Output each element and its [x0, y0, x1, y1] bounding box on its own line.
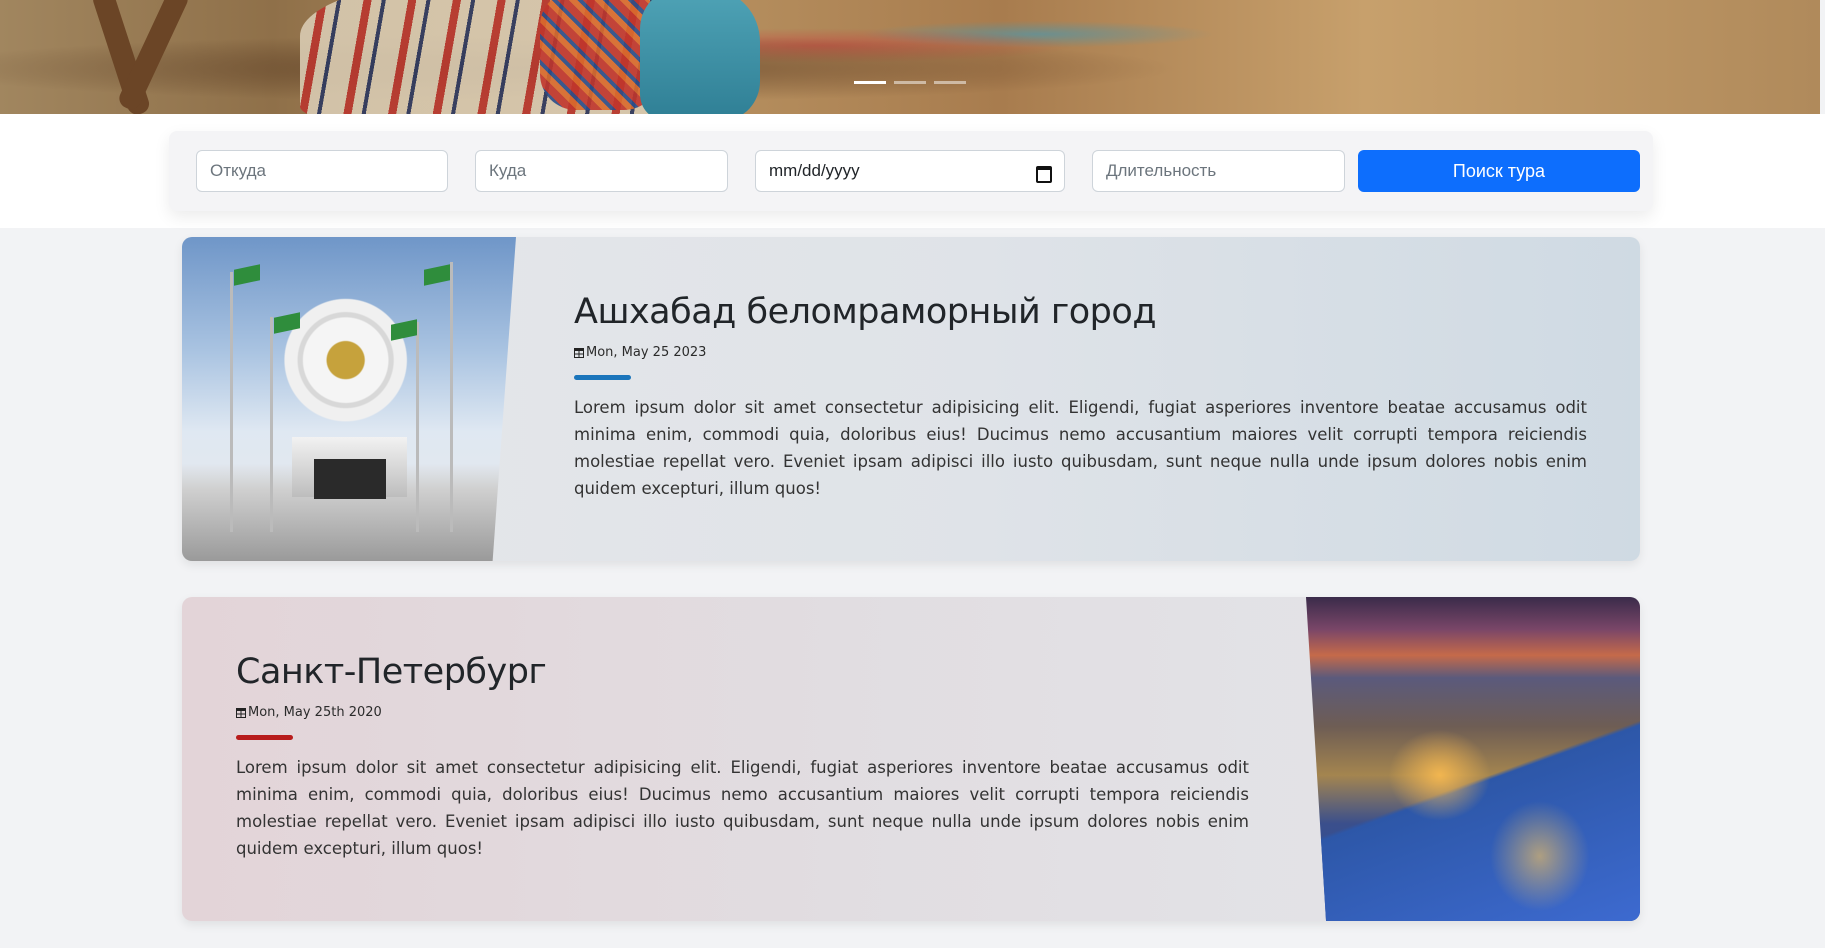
date-input-value: mm/dd/yyyy	[769, 161, 860, 180]
duration-input-placeholder: Длительность	[1106, 161, 1217, 180]
carousel-indicator-1[interactable]	[854, 81, 886, 84]
flag-pole	[416, 322, 419, 532]
flag-pole	[270, 317, 273, 532]
flag-pole	[230, 272, 233, 532]
hero-carousel	[0, 0, 1820, 114]
tour-card-ashgabat[interactable]: Ашхабад беломраморный город Mon, May 25 …	[182, 237, 1640, 561]
title-underline	[574, 375, 631, 380]
tour-card-saint-petersburg[interactable]: Санкт-Петербург Mon, May 25th 2020 Lorem…	[182, 597, 1640, 921]
hero-image-blanket	[640, 0, 760, 114]
title-underline	[236, 735, 293, 740]
card-description: Lorem ipsum dolor sit amet consectetur a…	[236, 758, 1249, 858]
duration-input[interactable]: Длительность	[1092, 150, 1345, 192]
card-date-text: Mon, May 25 2023	[586, 345, 707, 360]
flag	[391, 319, 417, 341]
card-description: Lorem ipsum dolor sit amet consectetur a…	[574, 398, 1587, 498]
card-title: Санкт-Петербург	[236, 652, 547, 692]
flag	[274, 312, 300, 334]
saint-petersburg-photo	[1306, 597, 1640, 921]
search-tour-button[interactable]: Поиск тура	[1358, 150, 1640, 192]
card-date: Mon, May 25th 2020	[236, 705, 382, 720]
from-input[interactable]: Откуда	[196, 150, 448, 192]
date-input[interactable]: mm/dd/yyyy	[755, 150, 1065, 192]
palace-entrance	[314, 459, 386, 499]
page: Откуда Куда mm/dd/yyyy Длительность Поис…	[0, 0, 1825, 948]
card-title: Ашхабад беломраморный город	[574, 292, 1157, 332]
carousel-indicator-3[interactable]	[934, 81, 966, 84]
calendar-icon[interactable]	[1035, 163, 1052, 183]
flag-pole	[450, 262, 453, 532]
card-date-text: Mon, May 25th 2020	[248, 705, 382, 720]
carousel-indicators	[854, 81, 966, 84]
carousel-indicator-2[interactable]	[894, 81, 926, 84]
calendar-icon	[574, 347, 584, 358]
from-input-placeholder: Откуда	[210, 161, 266, 180]
to-input[interactable]: Куда	[475, 150, 728, 192]
ashgabat-photo	[182, 237, 516, 561]
card-date: Mon, May 25 2023	[574, 345, 706, 360]
calendar-icon	[236, 707, 246, 718]
flag	[234, 264, 260, 286]
flag	[424, 264, 450, 286]
to-input-placeholder: Куда	[489, 161, 527, 180]
